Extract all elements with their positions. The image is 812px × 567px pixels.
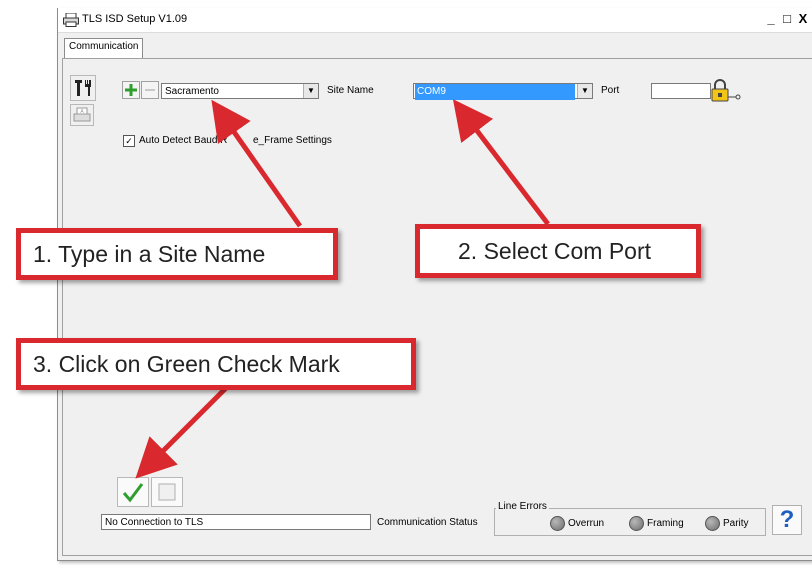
auto-detect-label-left: Auto Detect Baud R xyxy=(139,135,228,146)
communication-panel: A Sacramento ▼ Site Name COM9 ▼ Port ✓ A… xyxy=(62,58,812,556)
close-button[interactable]: X xyxy=(795,11,811,27)
maximize-button[interactable]: □ xyxy=(779,11,795,27)
cancel-button[interactable] xyxy=(151,477,183,507)
green-check-icon xyxy=(122,483,144,503)
chevron-down-icon[interactable]: ▼ xyxy=(303,84,318,98)
parity-indicator xyxy=(705,516,720,531)
blank-square-icon xyxy=(158,483,176,501)
remove-site-button[interactable] xyxy=(141,81,159,99)
callout-site-name: 1. Type in a Site Name xyxy=(16,228,338,280)
overrun-indicator xyxy=(550,516,565,531)
tools-icon xyxy=(75,80,91,96)
callout-com-port: 2. Select Com Port xyxy=(415,224,701,278)
auto-detect-label-right: e_Frame Settings xyxy=(253,135,332,146)
minimize-button[interactable]: _ xyxy=(763,11,779,27)
tools-button[interactable] xyxy=(70,75,96,101)
communication-status-label: Communication Status xyxy=(377,517,478,528)
auto-detect-checkbox[interactable]: ✓ xyxy=(123,135,135,147)
padlock-icon[interactable] xyxy=(711,79,741,103)
add-site-button[interactable] xyxy=(122,81,140,99)
port-text-field[interactable] xyxy=(651,83,711,99)
app-window: TLS ISD Setup V1.09 _ □ X Communication … xyxy=(57,8,812,561)
title-bar: TLS ISD Setup V1.09 _ □ X xyxy=(58,8,812,33)
window-title: TLS ISD Setup V1.09 xyxy=(82,13,188,25)
port-combo[interactable]: COM9 ▼ xyxy=(413,83,593,100)
plus-icon xyxy=(125,84,137,96)
line-errors-title: Line Errors xyxy=(496,501,549,512)
help-button[interactable]: ? xyxy=(772,505,802,535)
framing-label: Framing xyxy=(647,518,684,529)
printer-icon xyxy=(63,13,79,27)
site-name-value: Sacramento xyxy=(165,86,219,97)
tab-communication[interactable]: Communication xyxy=(64,38,144,59)
parity-label: Parity xyxy=(723,518,749,529)
port-value: COM9 xyxy=(415,84,575,100)
site-name-label: Site Name xyxy=(327,85,374,96)
callout-check-mark: 3. Click on Green Check Mark xyxy=(16,338,416,390)
print-button[interactable]: A xyxy=(70,104,94,126)
ok-button[interactable] xyxy=(117,477,149,507)
overrun-label: Overrun xyxy=(568,518,605,529)
site-name-combo[interactable]: Sacramento ▼ xyxy=(161,83,319,99)
chevron-down-icon[interactable]: ▼ xyxy=(577,84,592,98)
communication-status-field: No Connection to TLS xyxy=(101,514,371,530)
port-label: Port xyxy=(601,85,620,96)
printer-icon: A xyxy=(73,107,91,122)
minus-icon xyxy=(145,89,155,91)
framing-indicator xyxy=(629,516,644,531)
